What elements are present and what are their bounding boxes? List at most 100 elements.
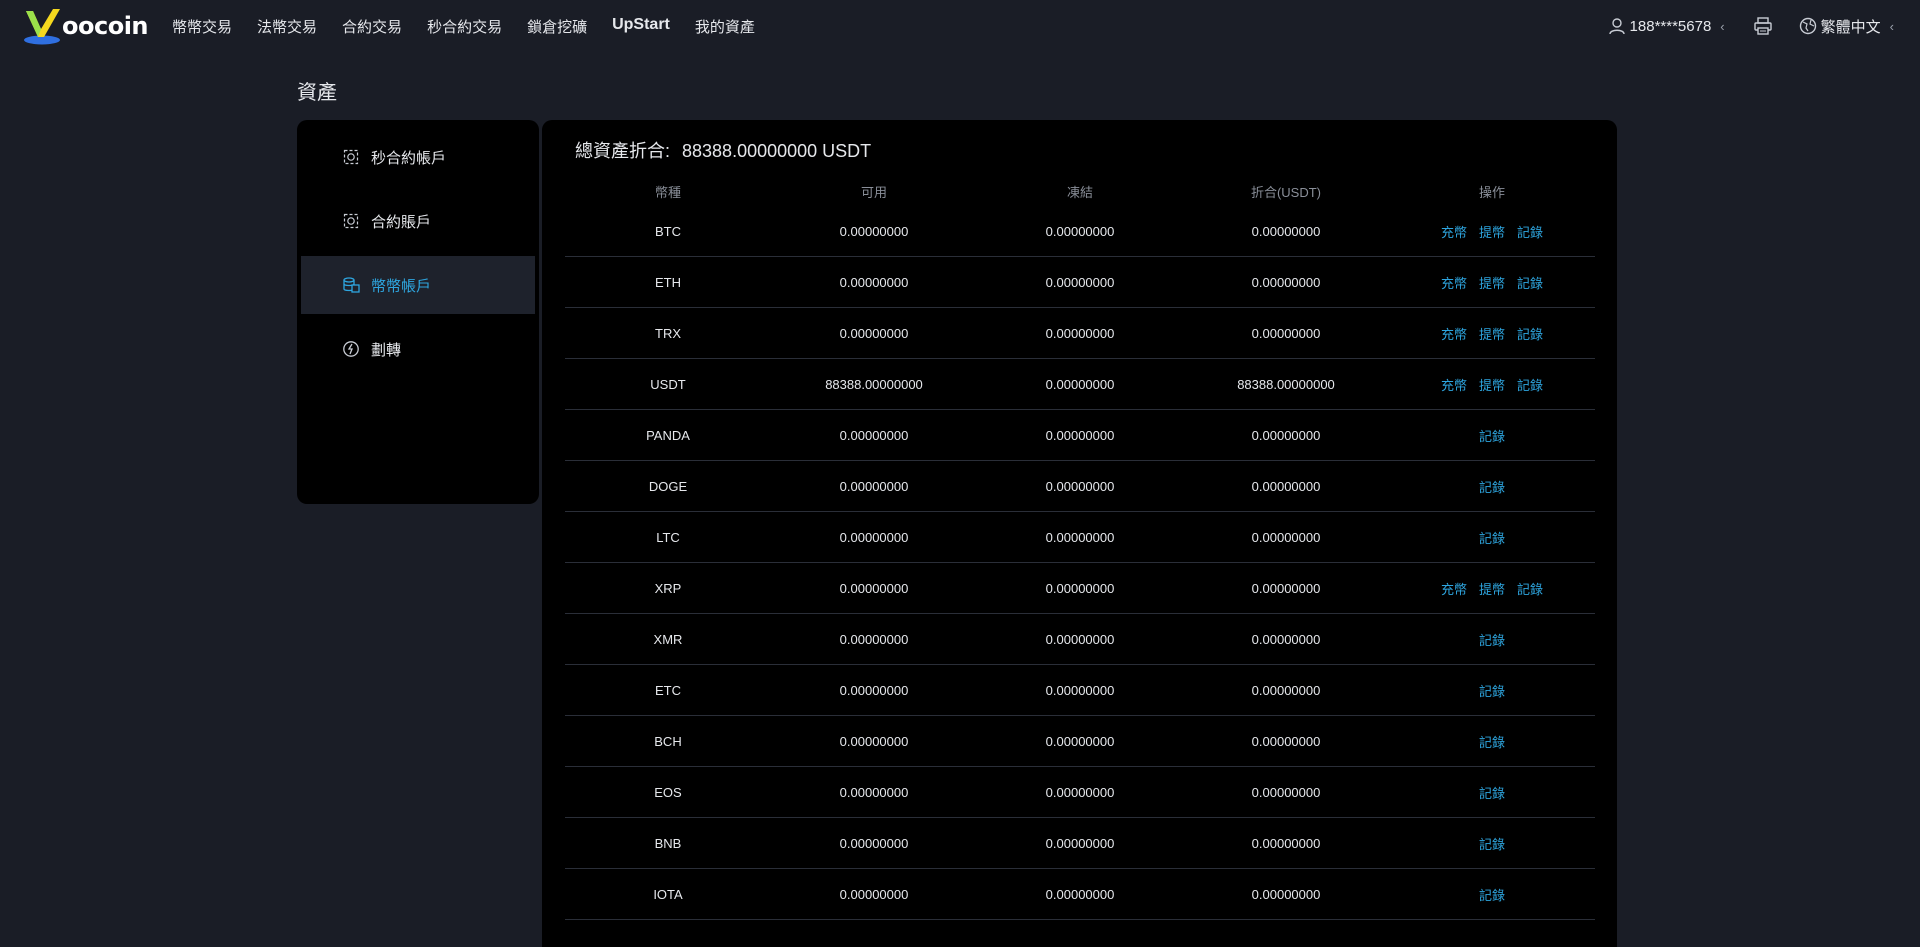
deposit-link[interactable]: 充幣	[1441, 273, 1467, 292]
usdt-value-cell: 0.00000000	[1251, 580, 1321, 596]
total-assets-label: 總資產折合:	[575, 141, 671, 161]
table-row: BTC 0.00000000 0.00000000 0.00000000 充幣 提幣 記錄	[565, 206, 1595, 257]
usdt-value-cell: 0.00000000	[1251, 886, 1321, 902]
record-link[interactable]: 記錄	[1479, 477, 1505, 496]
column-header-usdt: 折合(USDT)	[1250, 184, 1322, 200]
contract-icon	[341, 211, 361, 231]
record-link[interactable]: 記錄	[1517, 222, 1543, 241]
record-link[interactable]: 記錄	[1479, 783, 1505, 802]
column-header-coin: 幣種	[654, 184, 681, 200]
usdt-value-cell: 0.00000000	[1251, 631, 1321, 647]
available-cell: 0.00000000	[839, 274, 909, 290]
frozen-cell: 0.00000000	[1045, 529, 1115, 545]
record-link[interactable]: 記錄	[1517, 375, 1543, 394]
withdraw-link[interactable]: 提幣	[1479, 579, 1505, 598]
actions-cell: 充幣 提幣 記錄	[1389, 375, 1595, 394]
withdraw-link[interactable]: 提幣	[1479, 375, 1505, 394]
sidebar-item-label: 幣幣帳戶	[371, 277, 432, 295]
available-cell: 0.00000000	[839, 784, 909, 800]
available-cell: 0.00000000	[839, 223, 909, 239]
record-link[interactable]: 記錄	[1517, 324, 1543, 343]
available-cell: 0.00000000	[839, 682, 909, 698]
sidebar-item-contract-account[interactable]: 合約賬戶	[301, 192, 535, 250]
nav-contract-trading[interactable]: 合約交易	[342, 16, 402, 37]
actions-cell: 記錄	[1389, 783, 1595, 802]
total-assets: 總資產折合: 88388.00000000 USDT	[575, 137, 871, 163]
nav-upstart[interactable]: UpStart	[612, 16, 670, 37]
actions-cell: 充幣 提幣 記錄	[1389, 222, 1595, 241]
usdt-value-cell: 0.00000000	[1251, 325, 1321, 341]
coin-cell: BCH	[654, 733, 682, 749]
record-link[interactable]: 記錄	[1517, 273, 1543, 292]
withdraw-link[interactable]: 提幣	[1479, 324, 1505, 343]
deposit-link[interactable]: 充幣	[1441, 222, 1467, 241]
table-row: XRP 0.00000000 0.00000000 0.00000000 充幣 提幣 記錄	[565, 563, 1595, 614]
coin-cell: TRX	[655, 325, 681, 341]
record-link[interactable]: 記錄	[1479, 885, 1505, 904]
available-cell: 0.00000000	[839, 529, 909, 545]
usdt-value-cell: 0.00000000	[1251, 223, 1321, 239]
usdt-value-cell: 88388.00000000	[1237, 376, 1335, 392]
usdt-value-cell: 0.00000000	[1251, 835, 1321, 851]
withdraw-link[interactable]: 提幣	[1479, 273, 1505, 292]
user-menu[interactable]: 188****5678 ‹	[1608, 17, 1725, 35]
usdt-value-cell: 0.00000000	[1251, 529, 1321, 545]
frozen-cell: 0.00000000	[1045, 631, 1115, 647]
table-row: BNB 0.00000000 0.00000000 0.00000000 記錄	[565, 818, 1595, 869]
record-link[interactable]: 記錄	[1479, 426, 1505, 445]
actions-cell: 記錄	[1389, 885, 1595, 904]
printer-icon[interactable]	[1753, 16, 1773, 36]
sidebar-item-spot-account[interactable]: 幣幣帳戶	[301, 256, 535, 314]
coin-cell: ETC	[655, 682, 681, 698]
table-row: IOTA 0.00000000 0.00000000 0.00000000 記錄	[565, 869, 1595, 920]
nav-menu: 幣幣交易 法幣交易 合約交易 秒合約交易 鎖倉挖礦 UpStart 我的資產	[172, 16, 780, 37]
coins-icon	[341, 275, 361, 295]
record-link[interactable]: 記錄	[1479, 630, 1505, 649]
assets-panel: 總資產折合: 88388.00000000 USDT 幣種 可用 凍結 折合(US…	[542, 120, 1617, 947]
deposit-link[interactable]: 充幣	[1441, 324, 1467, 343]
actions-cell: 記錄	[1389, 528, 1595, 547]
table-row: BCH 0.00000000 0.00000000 0.00000000 記錄	[565, 716, 1595, 767]
column-header-available: 可用	[860, 184, 887, 200]
column-header-frozen: 凍結	[1066, 184, 1093, 200]
table-row: XMR 0.00000000 0.00000000 0.00000000 記錄	[565, 614, 1595, 665]
chevron-left-icon: ‹	[1889, 18, 1894, 34]
record-link[interactable]: 記錄	[1479, 528, 1505, 547]
record-link[interactable]: 記錄	[1479, 681, 1505, 700]
sidebar-item-label: 秒合約帳戶	[371, 149, 447, 167]
language-selector[interactable]: 繁體中文 ‹	[1799, 16, 1894, 37]
coin-cell: IOTA	[653, 886, 683, 902]
coin-cell: EOS	[654, 784, 682, 800]
chevron-left-icon: ‹	[1720, 18, 1725, 34]
coin-cell: USDT	[650, 376, 686, 392]
nav-spot-trading[interactable]: 幣幣交易	[172, 16, 232, 37]
withdraw-link[interactable]: 提幣	[1479, 222, 1505, 241]
actions-cell: 充幣 提幣 記錄	[1389, 324, 1595, 343]
record-link[interactable]: 記錄	[1479, 834, 1505, 853]
logo[interactable]: oocoin	[22, 0, 149, 52]
sidebar-item-transfer[interactable]: 劃轉	[301, 320, 535, 378]
sidebar: 秒合約帳戶 合約賬戶 幣幣帳戶 劃轉	[297, 120, 539, 504]
usdt-value-cell: 0.00000000	[1251, 682, 1321, 698]
deposit-link[interactable]: 充幣	[1441, 375, 1467, 394]
record-link[interactable]: 記錄	[1479, 732, 1505, 751]
actions-cell: 記錄	[1389, 732, 1595, 751]
coin-cell: PANDA	[646, 427, 690, 443]
nav-second-contract[interactable]: 秒合約交易	[427, 16, 502, 37]
table-row: PANDA 0.00000000 0.00000000 0.00000000 記錄	[565, 410, 1595, 461]
nav-my-assets[interactable]: 我的資產	[695, 16, 755, 37]
nav-staking-mining[interactable]: 鎖倉挖礦	[527, 16, 587, 37]
record-link[interactable]: 記錄	[1517, 579, 1543, 598]
nav-fiat-trading[interactable]: 法幣交易	[257, 16, 317, 37]
table-row: LTC 0.00000000 0.00000000 0.00000000 記錄	[565, 512, 1595, 563]
globe-icon	[1799, 17, 1816, 35]
frozen-cell: 0.00000000	[1045, 427, 1115, 443]
deposit-link[interactable]: 充幣	[1441, 579, 1467, 598]
coin-cell: BTC	[655, 223, 681, 239]
available-cell: 0.00000000	[839, 886, 909, 902]
table-row: DOGE 0.00000000 0.00000000 0.00000000 記錄	[565, 461, 1595, 512]
column-header-actions: 操作	[1478, 184, 1505, 200]
user-icon	[1608, 18, 1625, 35]
available-cell: 0.00000000	[839, 835, 909, 851]
sidebar-item-second-contract-account[interactable]: 秒合約帳戶	[301, 128, 535, 186]
